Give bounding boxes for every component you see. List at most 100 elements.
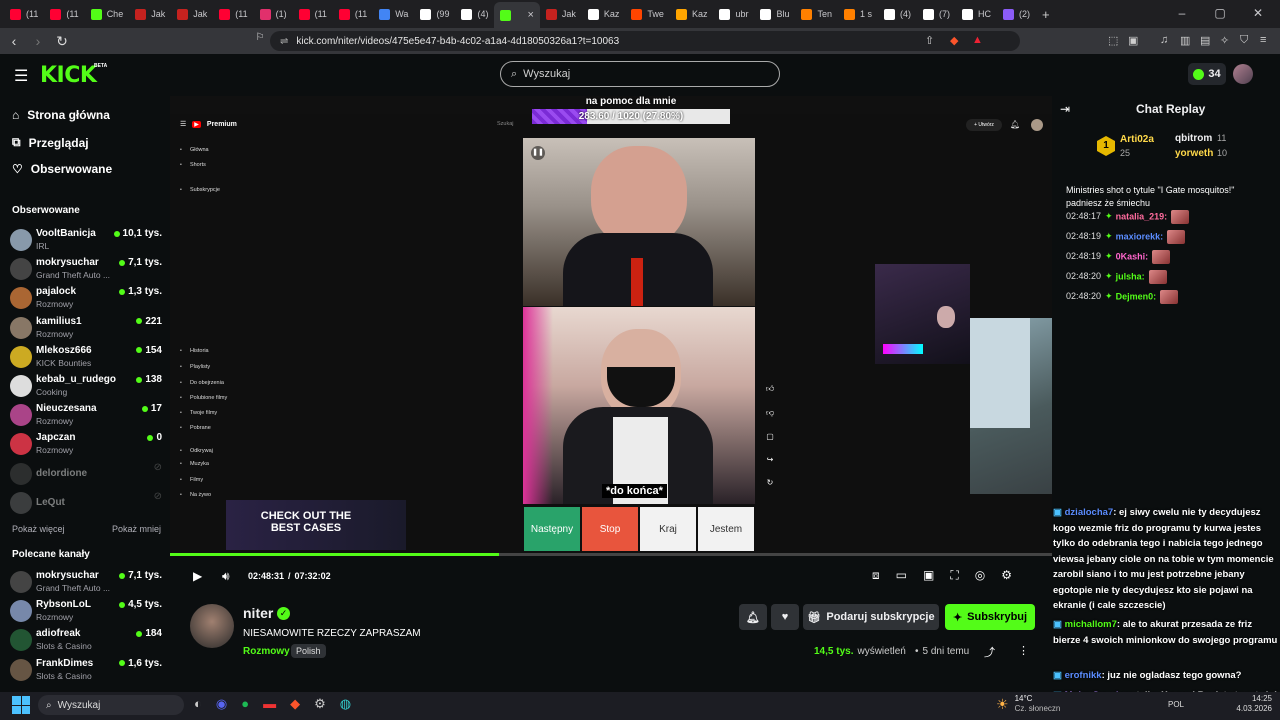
clip-icon[interactable]: ⧈ [872, 568, 880, 583]
browser-tab[interactable]: (7) [917, 3, 956, 25]
browser-tab[interactable]: Ten [795, 3, 838, 25]
new-tab-button[interactable]: + [1042, 7, 1050, 22]
volume-icon[interactable]: 🔊︎ [222, 569, 230, 584]
sidebar-item-home[interactable]: ⌂ Strona główna [12, 108, 110, 122]
browser-tab[interactable]: Wa [373, 3, 414, 25]
browser-tab[interactable]: HC [956, 3, 997, 25]
browser-tab[interactable]: (11 [4, 3, 44, 25]
windows-start-icon[interactable] [12, 696, 30, 714]
language-indicator[interactable]: POL [1168, 700, 1184, 709]
wallet-icon[interactable]: ▤ [1200, 34, 1210, 47]
brave-icon[interactable]: ◆ [290, 696, 300, 712]
browser-tab[interactable]: × [494, 2, 540, 28]
followed-channel[interactable]: kebab_u_rudego Cooking 138 [10, 372, 162, 400]
browser-tab[interactable]: Jak [540, 3, 582, 25]
fullscreen-icon[interactable]: ⛶ [950, 568, 958, 583]
browser-tab[interactable]: Jak [171, 3, 213, 25]
forward-icon[interactable]: › [28, 33, 48, 49]
recommended-channel[interactable]: RybsonLoL Rozmowy 4,5 tys. [10, 597, 162, 625]
browser-tab[interactable]: Kaz [582, 3, 626, 25]
browser-tab[interactable]: Blu [754, 3, 795, 25]
theater-icon[interactable]: ▭ [896, 568, 907, 583]
chat-username[interactable]: julsha: [1116, 271, 1145, 281]
user-avatar[interactable] [1233, 64, 1253, 84]
bookmark-icon[interactable]: ⚐ [250, 32, 270, 43]
brave-rewards-icon[interactable]: ▲ [972, 34, 983, 46]
browser-tab[interactable]: Che [85, 3, 130, 25]
followed-channel[interactable]: delordione ⊘ [10, 460, 162, 488]
followed-channel[interactable]: kamilius1 Rozmowy 221 [10, 314, 162, 342]
language-tag[interactable]: Polish [291, 644, 326, 658]
progress-track[interactable] [170, 553, 1052, 556]
browser-tab[interactable]: Twe [625, 3, 670, 25]
browser-tab[interactable]: (11 [44, 3, 84, 25]
discord-icon[interactable]: ◉ [216, 696, 227, 712]
browser-tab[interactable]: 1 s [838, 3, 878, 25]
follow-heart-icon[interactable]: ♥ [771, 604, 799, 630]
back-icon[interactable]: ‹ [4, 33, 24, 49]
miniplayer-icon[interactable]: ▣ [923, 568, 934, 583]
show-more-link[interactable]: Pokaż więcej [12, 524, 65, 534]
site-info-icon[interactable]: ⇌ [280, 36, 288, 47]
channel-name[interactable]: niter [243, 605, 273, 621]
speed-icon[interactable]: ◎ [975, 568, 985, 583]
collapse-chat-icon[interactable]: ⇥ [1060, 102, 1070, 116]
leo-icon[interactable]: ✧ [1220, 34, 1229, 47]
browser-tab[interactable]: (4) [455, 3, 494, 25]
hamburger-icon[interactable]: ☰ [14, 66, 28, 86]
extensions-icon[interactable]: ⬚ [1108, 34, 1118, 47]
settings-gear-icon[interactable]: ⚙ [1001, 568, 1012, 583]
more-options-icon[interactable]: ⋮ [1018, 644, 1029, 657]
reload-icon[interactable]: ↻ [52, 33, 72, 50]
recommended-channel[interactable]: mokrysuchar Grand Theft Auto ... 7,1 tys. [10, 568, 162, 596]
followed-channel[interactable]: Mlekosz666 KICK Bounties 154 [10, 343, 162, 371]
search-input[interactable]: ⌕ Wyszukaj [500, 61, 780, 87]
clock[interactable]: 14:25 4.03.2026 [1222, 694, 1272, 714]
gift-subscription-button[interactable]: 🎁︎ Podaruj subskrypcje [803, 604, 939, 630]
app-icon[interactable]: ▬ [263, 696, 276, 712]
chat-username[interactable]: Dejmen0: [1116, 291, 1157, 301]
browser-tab[interactable]: ubr [713, 3, 754, 25]
followed-channel[interactable]: Japczan Rozmowy 0 [10, 430, 162, 458]
share-icon[interactable]: ⇧ [925, 34, 934, 47]
channel-avatar[interactable] [190, 604, 234, 648]
chat-username[interactable]: maxiorekk: [1116, 231, 1164, 241]
share-video-icon[interactable]: ⤴ [984, 644, 995, 660]
spotify-icon[interactable]: ● [241, 696, 249, 712]
kicks-balance-button[interactable]: 34 [1188, 63, 1226, 85]
browser-tab[interactable]: (2) [997, 3, 1036, 25]
recommended-channel[interactable]: FrankDimes Slots & Casino 1,6 tys. [10, 656, 162, 684]
app-icon[interactable]: ◍ [340, 696, 351, 712]
app-icon[interactable]: ⚙ [314, 696, 326, 712]
sidebar-toggle-icon[interactable]: ▥ [1180, 34, 1190, 47]
chat-username[interactable]: erofnikk [1065, 670, 1102, 681]
browser-tab[interactable]: (99 [414, 3, 455, 25]
brave-shields-icon[interactable]: ◆ [950, 34, 958, 47]
followed-channel[interactable]: LeQut ⊘ [10, 489, 162, 517]
media-icon[interactable]: ♫ [1160, 34, 1168, 46]
browser-tab[interactable]: Kaz [670, 3, 714, 25]
browser-tab[interactable]: (11 [293, 3, 333, 25]
notify-bell-icon[interactable]: 🔔︎ [739, 604, 767, 630]
play-icon[interactable]: ▶ [193, 569, 202, 583]
recommended-channel[interactable]: adiofreak Slots & Casino 184 [10, 626, 162, 654]
minimize-icon[interactable]: – [1168, 6, 1196, 20]
sidebar-item-following[interactable]: ♡ Obserwowane [12, 162, 112, 176]
chat-username[interactable]: michallom7 [1065, 619, 1117, 630]
screenshot-icon[interactable]: ▣ [1128, 34, 1138, 47]
chat-username[interactable]: 0Kashi: [1116, 251, 1149, 261]
vpn-icon[interactable]: ⛉ [1240, 34, 1248, 47]
browser-tab[interactable]: (11 [213, 3, 253, 25]
category-link[interactable]: Rozmowy [243, 646, 290, 657]
followed-channel[interactable]: Nieuczesana Rozmowy 17 [10, 401, 162, 429]
url-bar[interactable]: ⇌ kick.com/niter/videos/475e5e47-b4b-4c0… [270, 31, 1020, 51]
kick-logo[interactable]: KICK [40, 63, 97, 88]
chat-username[interactable]: natalia_219: [1116, 211, 1168, 221]
browser-tab[interactable]: Jak [129, 3, 171, 25]
browser-tab[interactable]: (4) [878, 3, 917, 25]
show-less-link[interactable]: Pokaż mniej [112, 524, 161, 534]
maximize-icon[interactable]: ▢ [1206, 6, 1234, 20]
browser-tab[interactable]: (1) [254, 3, 293, 25]
menu-icon[interactable]: ≡ [1260, 34, 1266, 46]
followed-channel[interactable]: VooltBanicja IRL 10,1 tys. [10, 226, 162, 254]
